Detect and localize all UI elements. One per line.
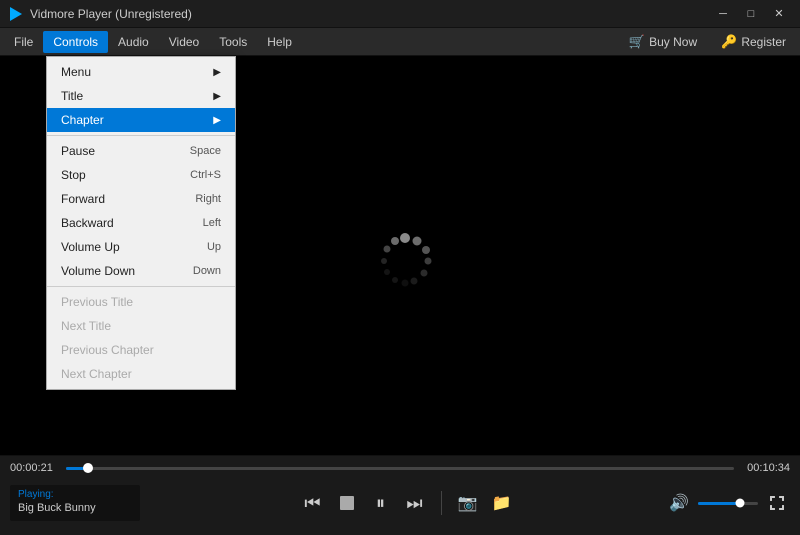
menu-help[interactable]: Help [257, 31, 302, 53]
time-total: 00:10:34 [742, 462, 790, 474]
menu-video[interactable]: Video [159, 31, 209, 53]
controls-row: Playing: Big Buck Bunny ⏮ ⏸ ⏭ 📷 📁 🔊 [0, 480, 800, 526]
dd-next-title[interactable]: Next Title [47, 314, 235, 338]
volume-thumb[interactable] [736, 499, 745, 508]
dd-previous-title[interactable]: Previous Title [47, 290, 235, 314]
dd-menu[interactable]: Menu ▶ [47, 60, 235, 84]
window-controls: ─ □ ✕ [708, 4, 792, 24]
progress-thumb[interactable] [83, 463, 93, 473]
playing-title: Big Buck Bunny [18, 502, 132, 514]
volume-button[interactable]: 🔊 [666, 490, 692, 516]
controls-dropdown: Menu ▶ Title ▶ Chapter ▶ Pause Space Sto… [46, 56, 236, 390]
maximize-button[interactable]: □ [738, 4, 764, 24]
progress-track[interactable] [66, 467, 734, 470]
dd-title[interactable]: Title ▶ [47, 84, 235, 108]
title-bar: Vidmore Player (Unregistered) ─ □ ✕ [0, 0, 800, 28]
close-button[interactable]: ✕ [766, 4, 792, 24]
dd-volume-down[interactable]: Volume Down Down [47, 259, 235, 283]
time-current: 00:00:21 [10, 462, 58, 474]
volume-area [698, 502, 758, 505]
dd-sep2 [47, 286, 235, 287]
key-icon: 🔑 [721, 34, 737, 50]
dd-sep1 [47, 135, 235, 136]
rewind-button[interactable]: ⏮ [299, 489, 327, 517]
stop-button[interactable] [333, 489, 361, 517]
next-button[interactable]: ⏭ [401, 489, 429, 517]
right-controls: 🔊 [666, 490, 790, 516]
open-folder-button[interactable]: 📁 [488, 489, 516, 517]
register-button[interactable]: 🔑 Register [711, 30, 796, 54]
center-controls: ⏮ ⏸ ⏭ 📷 📁 [148, 489, 666, 517]
playing-info: Playing: Big Buck Bunny [10, 485, 140, 521]
dd-next-chapter[interactable]: Next Chapter [47, 362, 235, 386]
menu-controls[interactable]: Controls [43, 31, 108, 53]
fullscreen-button[interactable] [764, 490, 790, 516]
bottom-bar: 00:00:21 00:10:34 Playing: Big Buck Bunn… [0, 455, 800, 535]
volume-track[interactable] [698, 502, 758, 505]
loading-spinner [370, 226, 430, 286]
dd-previous-chapter[interactable]: Previous Chapter [47, 338, 235, 362]
progress-area: 00:00:21 00:10:34 [0, 456, 800, 480]
controls-divider [441, 491, 442, 515]
playing-label: Playing: [18, 489, 132, 500]
dd-pause[interactable]: Pause Space [47, 139, 235, 163]
dd-forward[interactable]: Forward Right [47, 187, 235, 211]
dd-stop[interactable]: Stop Ctrl+S [47, 163, 235, 187]
menu-file[interactable]: File [4, 31, 43, 53]
stop-icon [340, 496, 354, 510]
volume-fill [698, 502, 740, 505]
app-icon [8, 6, 24, 22]
window-title: Vidmore Player (Unregistered) [30, 7, 708, 21]
pause-button[interactable]: ⏸ [367, 489, 395, 517]
cart-icon: 🛒 [629, 34, 645, 50]
screenshot-button[interactable]: 📷 [454, 489, 482, 517]
menu-tools[interactable]: Tools [209, 31, 257, 53]
menu-bar: File Controls Audio Video Tools Help 🛒 B… [0, 28, 800, 56]
menu-right: 🛒 Buy Now 🔑 Register [619, 30, 796, 54]
buy-now-button[interactable]: 🛒 Buy Now [619, 30, 707, 54]
dd-volume-up[interactable]: Volume Up Up [47, 235, 235, 259]
dd-backward[interactable]: Backward Left [47, 211, 235, 235]
minimize-button[interactable]: ─ [710, 4, 736, 24]
dd-chapter[interactable]: Chapter ▶ [47, 108, 235, 132]
menu-audio[interactable]: Audio [108, 31, 159, 53]
